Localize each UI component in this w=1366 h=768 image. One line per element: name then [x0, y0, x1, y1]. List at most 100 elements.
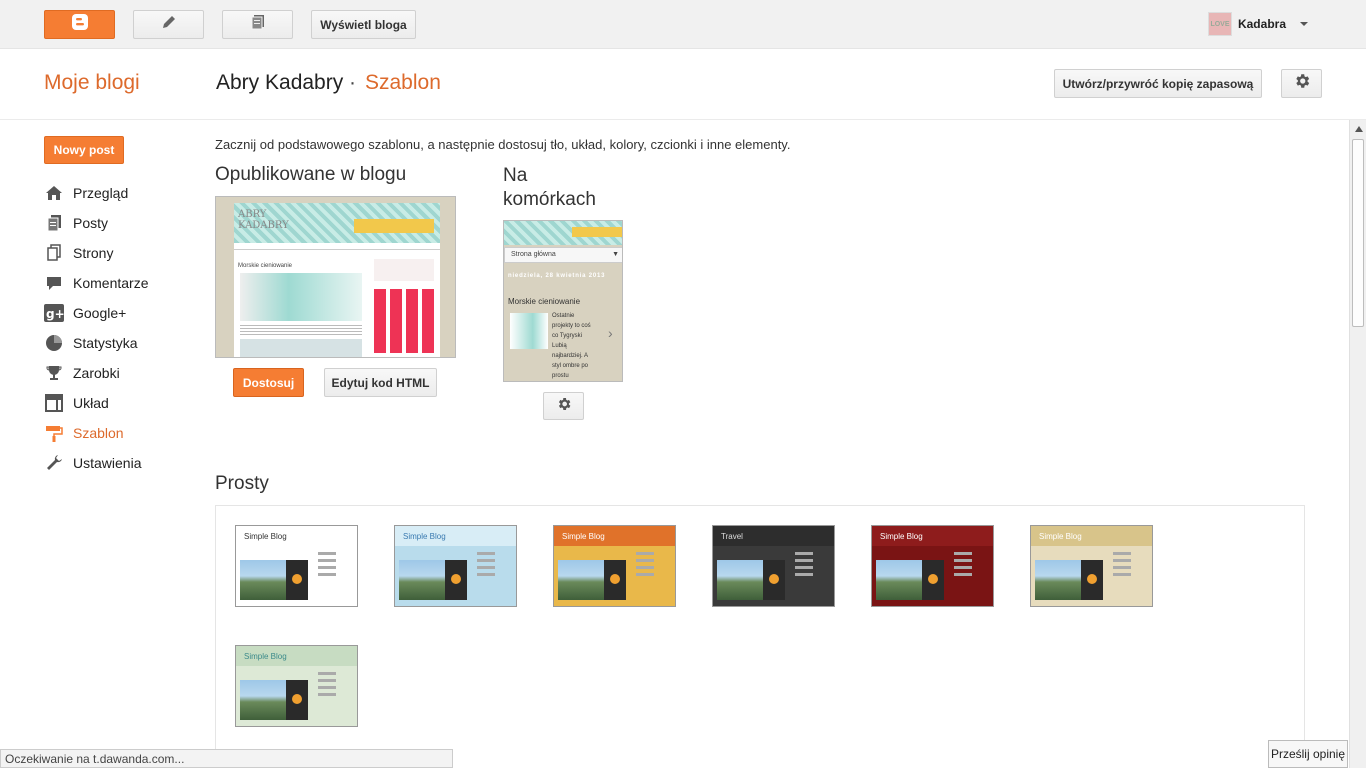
preview-post-text [240, 325, 362, 335]
desktop-template-preview[interactable]: ABRY KADABRY Morskie cieniowanie [215, 196, 456, 358]
gear-icon [1293, 72, 1311, 95]
sidebar-item-overview[interactable]: Przegląd [44, 178, 204, 208]
new-post-button[interactable]: Nowy post [44, 136, 124, 164]
preview-divider [234, 249, 440, 250]
mobile-template-preview[interactable]: Strona główna ▼ niedziela, 28 kwietnia 2… [503, 220, 623, 382]
posts-icon [44, 213, 64, 233]
intro-text: Zacznij od podstawowego szablonu, a nast… [215, 137, 791, 152]
mobile-preview-excerpt: Ostatnie projekty to coś co Tygryski Lub… [552, 313, 591, 379]
avatar: LOVE [1207, 12, 1232, 36]
mobile-settings-button[interactable] [543, 392, 584, 420]
preview-post-image [240, 273, 362, 321]
mobile-preview-badge [572, 227, 622, 237]
svg-text:g+: g+ [46, 307, 64, 321]
chevron-down-icon: ▼ [612, 251, 619, 258]
sidebar-item-label: Układ [73, 395, 109, 411]
template-thumbnail[interactable]: Simple Blog [1030, 525, 1153, 607]
thumb-sidebar [795, 552, 813, 600]
pie-chart-icon [44, 333, 64, 353]
blog-name: Abry Kadabry [216, 71, 344, 94]
template-thumbnail[interactable]: Simple Blog [235, 645, 358, 727]
thumb-title: Travel [721, 532, 743, 541]
thumb-title: Simple Blog [244, 532, 287, 541]
thumb-title: Simple Blog [1039, 532, 1082, 541]
sidebar-item-label: Komentarze [73, 275, 149, 291]
google-plus-icon: g+ [44, 303, 64, 323]
thumb-header: Simple Blog [872, 526, 993, 546]
pages-icon [44, 243, 64, 263]
paint-roller-icon [44, 423, 64, 443]
template-thumbnail[interactable]: Simple Blog [235, 525, 358, 607]
mobile-preview-post-title: Morskie cieniowanie [508, 297, 581, 306]
posts-list-button[interactable] [222, 10, 293, 39]
page-title: Szablon [365, 71, 441, 94]
customize-button[interactable]: Dostosuj [233, 368, 304, 397]
edit-html-button[interactable]: Edytuj kod HTML [324, 368, 437, 397]
sidebar-item-label: Google+ [73, 305, 127, 321]
sidebar-item-label: Statystyka [73, 335, 138, 351]
trophy-icon [44, 363, 64, 383]
thumb-lamp [922, 560, 944, 600]
layout-icon [44, 393, 64, 413]
comment-icon [44, 273, 64, 293]
thumb-lamp [763, 560, 785, 600]
page-scrollbar[interactable] [1349, 120, 1366, 768]
posts-icon [249, 13, 267, 36]
preview-post-image-2 [240, 339, 362, 357]
thumb-header: Simple Blog [236, 526, 357, 546]
account-menu[interactable]: LOVE Kadabra [1207, 12, 1308, 36]
gear-icon [556, 396, 572, 417]
preview-widget [374, 259, 434, 281]
settings-button[interactable] [1281, 69, 1322, 98]
sidebar-item-label: Strony [73, 245, 114, 261]
home-icon [44, 183, 64, 203]
view-blog-button[interactable]: Wyświetl bloga [311, 10, 416, 39]
thumb-lamp [286, 560, 308, 600]
sidebar-item-comments[interactable]: Komentarze [44, 268, 204, 298]
sidebar-item-label: Szablon [73, 425, 124, 441]
feedback-button[interactable]: Prześlij opinię [1268, 740, 1348, 768]
thumb-sidebar [318, 672, 336, 720]
thumb-lamp [1081, 560, 1103, 600]
thumb-lamp [286, 680, 308, 720]
preview-badge [354, 219, 434, 233]
blogger-icon [70, 12, 90, 37]
browser-status-bar: Oczekiwanie na t.dawanda.com... [0, 749, 453, 768]
thumb-title: Simple Blog [244, 652, 287, 661]
sidebar-item-layout[interactable]: Układ [44, 388, 204, 418]
thumb-header: Simple Blog [554, 526, 675, 546]
template-thumbnail[interactable]: Simple Blog [871, 525, 994, 607]
sidebar-item-pages[interactable]: Strony [44, 238, 204, 268]
new-post-pencil-button[interactable] [133, 10, 204, 39]
preview-page: ABRY KADABRY Morskie cieniowanie [234, 203, 440, 357]
sidebar-item-label: Ustawienia [73, 455, 142, 471]
thumb-header: Simple Blog [1031, 526, 1152, 546]
thumb-title: Simple Blog [562, 532, 605, 541]
preview-blog-title: ABRY KADABRY [238, 209, 289, 231]
template-thumbnail[interactable]: Travel [712, 525, 835, 607]
sidebar-nav: Przegląd Posty Strony Komentarze g+ Goog… [44, 178, 204, 478]
thumb-sidebar [477, 552, 495, 600]
thumb-header: Simple Blog [395, 526, 516, 546]
simple-heading: Prosty [215, 473, 269, 494]
scrollbar-thumb[interactable] [1352, 139, 1364, 327]
thumb-sidebar [1113, 552, 1131, 600]
scroll-up-arrow-icon[interactable] [1350, 120, 1366, 137]
sidebar-item-posts[interactable]: Posty [44, 208, 204, 238]
sidebar-item-google-plus[interactable]: g+ Google+ [44, 298, 204, 328]
sidebar-item-settings[interactable]: Ustawienia [44, 448, 204, 478]
template-thumbnail[interactable]: Simple Blog [553, 525, 676, 607]
sidebar-item-stats[interactable]: Statystyka [44, 328, 204, 358]
mobile-preview-dropdown-label: Strona główna [511, 251, 556, 258]
published-heading: Opublikowane w blogu [215, 164, 407, 185]
my-blogs-link[interactable]: Moje blogi [44, 71, 140, 95]
backup-restore-button[interactable]: Utwórz/przywróć kopię zapasową [1054, 69, 1262, 98]
template-thumbnail[interactable]: Simple Blog [394, 525, 517, 607]
thumb-header: Simple Blog [236, 646, 357, 666]
sidebar-item-earnings[interactable]: Zarobki [44, 358, 204, 388]
top-bar: Wyświetl bloga LOVE Kadabra [0, 0, 1366, 49]
mobile-preview-date: niedziela, 28 kwietnia 2013 [508, 273, 606, 279]
mobile-heading: Na komórkach [503, 165, 596, 210]
sidebar-item-template[interactable]: Szablon [44, 418, 204, 448]
blogger-logo-button[interactable] [44, 10, 115, 39]
